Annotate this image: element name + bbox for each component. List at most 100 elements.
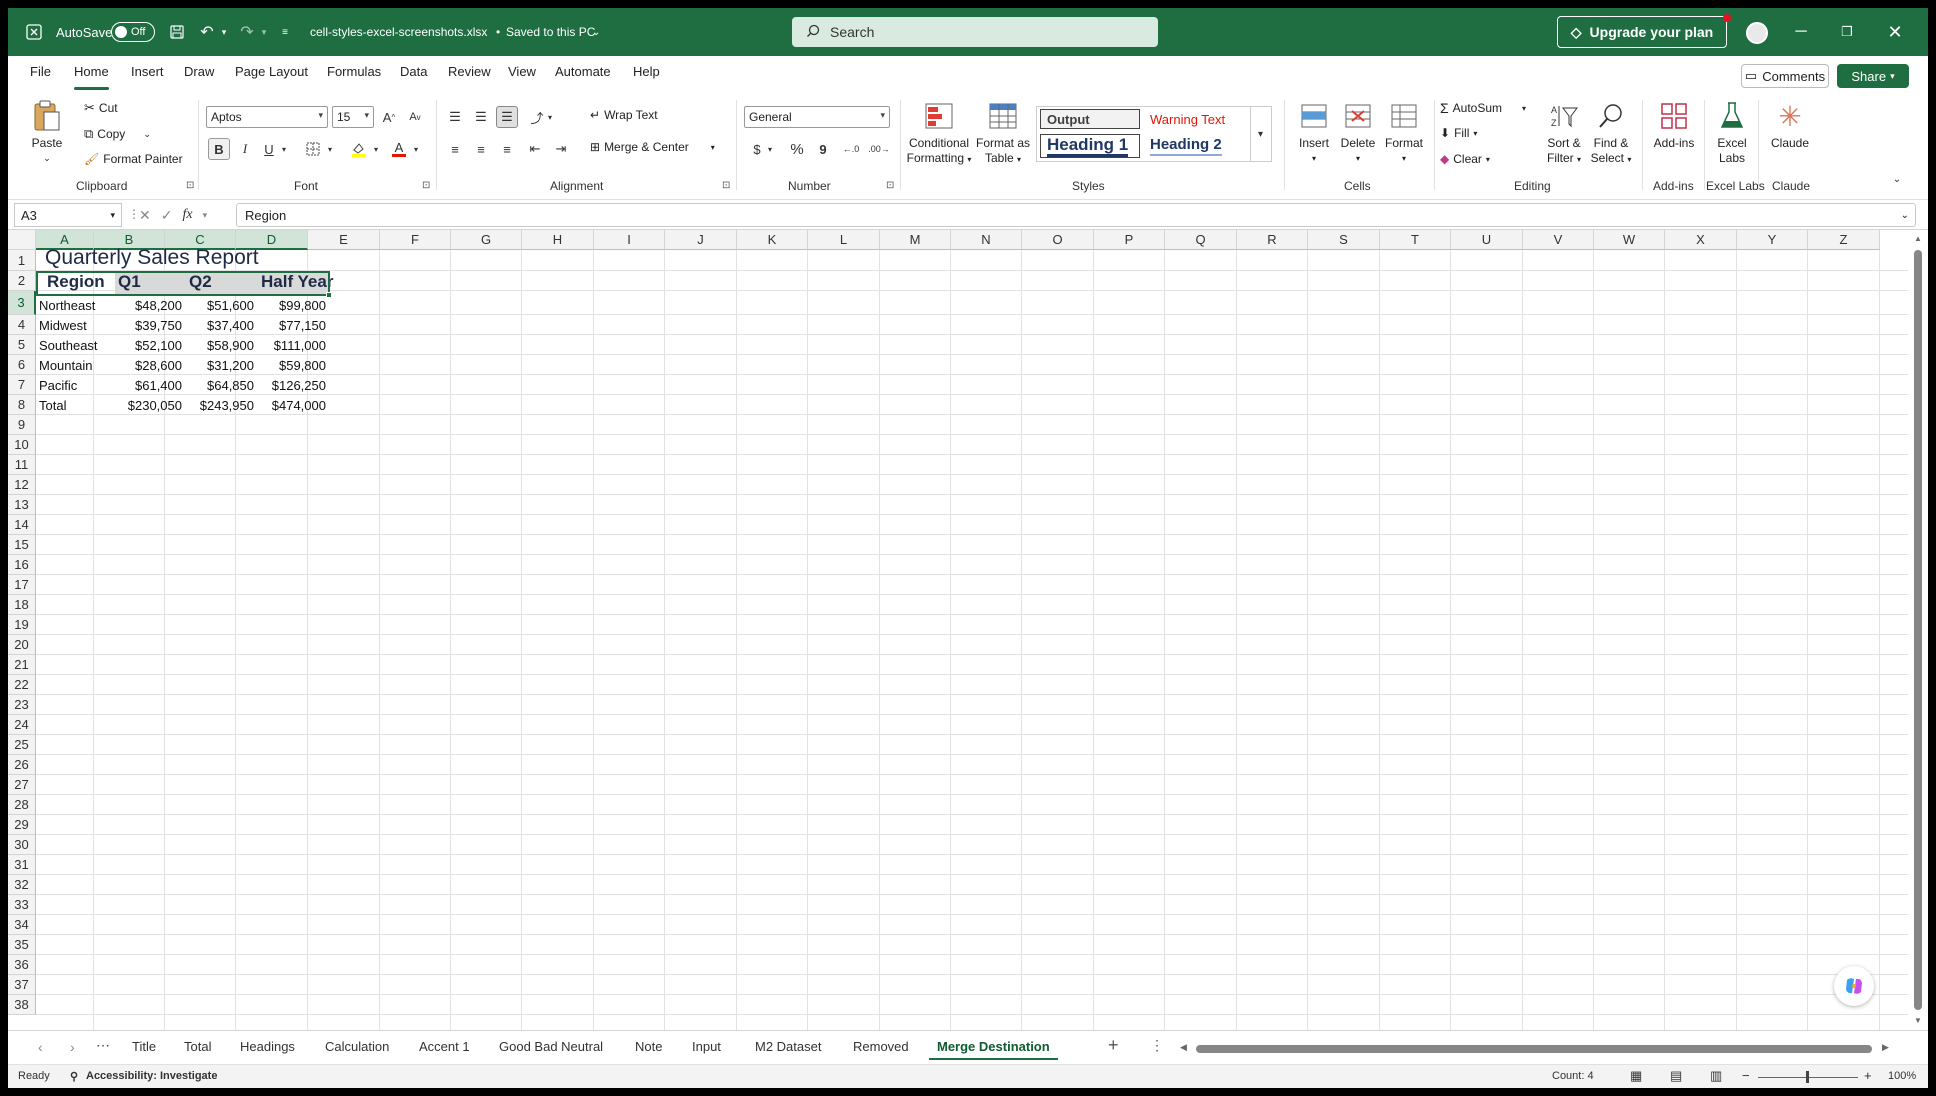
font-color-icon[interactable]: A — [388, 138, 410, 160]
cancel-icon[interactable]: ✕ — [139, 207, 151, 224]
chevron-down-icon[interactable]: ▾ — [764, 138, 776, 160]
sheet-tab-accent-1[interactable]: Accent 1 — [419, 1039, 470, 1061]
value-cell[interactable]: $51,600 — [186, 295, 257, 315]
bold-button[interactable]: B — [208, 138, 230, 160]
save-icon[interactable] — [166, 20, 188, 44]
row-header[interactable]: 27 — [8, 775, 36, 795]
column-header[interactable]: X — [1665, 230, 1737, 250]
row-header[interactable]: 38 — [8, 995, 36, 1015]
number-launcher-icon[interactable]: ⊡ — [886, 180, 894, 191]
tab-draw[interactable]: Draw — [184, 64, 214, 86]
column-header[interactable]: S — [1308, 230, 1380, 250]
value-cell[interactable]: $61,400 — [115, 375, 185, 395]
chevron-down-icon[interactable]: ▾ — [370, 138, 382, 160]
tab-view[interactable]: View — [508, 64, 536, 86]
row-header[interactable]: 4 — [8, 315, 36, 335]
column-header[interactable]: O — [1022, 230, 1094, 250]
scroll-left-icon[interactable]: ◀ — [1180, 1042, 1187, 1053]
vertical-scrollbar[interactable]: ▲ ▼ — [1908, 230, 1928, 1030]
undo-icon[interactable]: ↶ — [196, 20, 218, 44]
increase-decimal-icon[interactable]: ←.0 — [840, 138, 862, 160]
row-header[interactable]: 28 — [8, 795, 36, 815]
comments-button[interactable]: ▭ Comments — [1741, 64, 1829, 88]
borders-icon[interactable] — [302, 138, 324, 160]
align-center-icon[interactable]: ≡ — [470, 138, 492, 160]
column-header[interactable]: L — [808, 230, 880, 250]
zoom-slider-thumb[interactable] — [1806, 1071, 1809, 1083]
row-header[interactable]: 11 — [8, 455, 36, 475]
styles-gallery-more-icon[interactable]: ▾ — [1250, 106, 1270, 162]
share-button[interactable]: Share ▾ — [1837, 64, 1909, 88]
autosum-button[interactable]: Σ AutoSum ▾ — [1440, 100, 1526, 116]
sheet-tab-headings[interactable]: Headings — [240, 1039, 295, 1061]
sheet-options-icon[interactable]: ⋮ — [1150, 1037, 1164, 1054]
chevron-down-icon[interactable]: ▾ — [278, 138, 290, 160]
paste-button[interactable]: Paste ⌄ — [26, 100, 68, 166]
tab-review[interactable]: Review — [448, 64, 491, 86]
row-header[interactable]: 3 — [8, 291, 36, 315]
tab-automate[interactable]: Automate — [555, 64, 611, 86]
formula-input[interactable]: Region ⌄ — [236, 203, 1916, 227]
sheet-tab-removed[interactable]: Removed — [853, 1039, 909, 1061]
row-header[interactable]: 22 — [8, 675, 36, 695]
row-header[interactable]: 5 — [8, 335, 36, 355]
alignment-launcher-icon[interactable]: ⊡ — [722, 180, 730, 191]
cut-button[interactable]: ✂ Cut — [84, 100, 118, 116]
value-cell[interactable]: $99,800 — [258, 295, 329, 315]
tab-page-layout[interactable]: Page Layout — [235, 64, 308, 86]
region-cell[interactable]: Total — [36, 395, 115, 415]
tab-help[interactable]: Help — [633, 64, 660, 86]
column-header[interactable]: Z — [1808, 230, 1880, 250]
comma-style-button[interactable]: 9 — [812, 138, 834, 160]
increase-font-icon[interactable]: A ^ — [378, 106, 400, 128]
value-cell[interactable]: $39,750 — [115, 315, 185, 335]
column-header[interactable]: Q — [1165, 230, 1237, 250]
increase-indent-icon[interactable]: ⇥ — [550, 138, 572, 160]
column-header[interactable]: G — [451, 230, 522, 250]
customize-toolbar-icon[interactable]: ≡ — [278, 20, 292, 44]
row-header[interactable]: 36 — [8, 955, 36, 975]
scroll-right-icon[interactable]: ▶ — [1882, 1042, 1889, 1053]
align-bottom-icon[interactable]: ☰ — [496, 106, 518, 128]
decrease-decimal-icon[interactable]: .00→ — [868, 138, 890, 160]
column-header[interactable]: V — [1523, 230, 1594, 250]
fill-button[interactable]: ⬇ Fill ▾ — [1440, 126, 1477, 140]
wrap-text-button[interactable]: ↵ Wrap Text — [590, 108, 658, 122]
close-icon[interactable]: ✕ — [1872, 8, 1918, 56]
restore-icon[interactable]: ❐ — [1824, 8, 1870, 56]
sheet-tab-total[interactable]: Total — [184, 1039, 211, 1061]
region-cell[interactable]: Southeast — [36, 335, 115, 355]
row-header[interactable]: 23 — [8, 695, 36, 715]
region-cell[interactable]: Midwest — [36, 315, 115, 335]
copy-button[interactable]: ⧉ Copy ⌄ — [84, 126, 151, 142]
sheet-title-cell[interactable]: Quarterly Sales Report — [42, 246, 259, 272]
row-header[interactable]: 35 — [8, 935, 36, 955]
row-header[interactable]: 21 — [8, 655, 36, 675]
expand-formula-icon[interactable]: ⌄ — [1901, 210, 1909, 221]
next-sheet-icon[interactable]: › — [70, 1039, 75, 1055]
clear-button[interactable]: ◆ Clear ▾ — [1440, 152, 1490, 166]
insert-cells-button[interactable]: Insert ▾ — [1294, 100, 1334, 166]
merge-center-button[interactable]: ⊞ Merge & Center ▾ — [590, 140, 715, 154]
italic-button[interactable]: I — [234, 138, 256, 160]
row-header[interactable]: 9 — [8, 415, 36, 435]
row-header[interactable]: 8 — [8, 395, 36, 415]
row-header[interactable]: 29 — [8, 815, 36, 835]
row-header[interactable]: 16 — [8, 555, 36, 575]
avatar[interactable] — [1746, 22, 1768, 44]
style-heading-2[interactable]: Heading 2 — [1144, 134, 1244, 158]
region-cell[interactable]: Northeast — [36, 295, 115, 315]
zoom-out-icon[interactable]: − — [1742, 1068, 1750, 1083]
row-header[interactable]: 33 — [8, 895, 36, 915]
value-cell[interactable]: $37,400 — [186, 315, 257, 335]
number-format-combo[interactable]: General ▾ — [744, 106, 890, 128]
scroll-up-icon[interactable]: ▲ — [1914, 234, 1922, 243]
zoom-level[interactable]: 100% — [1888, 1070, 1916, 1082]
autosave-toggle[interactable]: Off — [111, 20, 155, 44]
select-all-corner[interactable] — [8, 230, 36, 250]
excel-labs-button[interactable]: Excel Labs — [1712, 100, 1752, 166]
upgrade-plan-button[interactable]: ◇ Upgrade your plan — [1557, 16, 1727, 48]
align-right-icon[interactable]: ≡ — [496, 138, 518, 160]
align-left-icon[interactable]: ≡ — [444, 138, 466, 160]
redo-dropdown-icon[interactable]: ▾ — [258, 20, 270, 44]
